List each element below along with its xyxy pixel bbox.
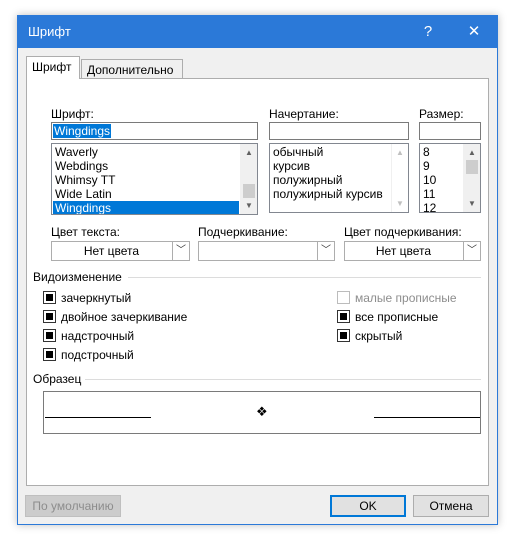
font-list-item[interactable]: Whimsy TT <box>53 173 115 187</box>
chevron-down-icon[interactable]: ﹀ <box>317 242 334 260</box>
underline-label: Подчеркивание: <box>198 225 288 239</box>
checkbox-label: зачеркнутый <box>61 291 132 305</box>
style-list[interactable]: обычный курсив полужирный полужирный кур… <box>269 143 409 213</box>
text-color-value: Нет цвета <box>83 244 140 258</box>
size-list-item[interactable]: 12 <box>421 201 436 212</box>
font-label: Шрифт: <box>51 107 94 121</box>
subscript-checkbox[interactable]: подстрочный <box>43 347 193 363</box>
size-label: Размер: <box>419 107 464 121</box>
preview-sample: ❖ <box>256 404 268 419</box>
checkbox-label: малые прописные <box>355 291 457 305</box>
size-list-scrollbar[interactable]: ▲ ▼ <box>463 144 480 212</box>
dialog-title: Шрифт <box>28 24 71 39</box>
scroll-down-icon[interactable]: ▼ <box>392 197 408 211</box>
font-name-input[interactable]: Wingdings <box>51 122 258 140</box>
underline-color-select[interactable]: Нет цвета ﹀ <box>344 241 481 261</box>
preview-baseline-right <box>374 417 480 418</box>
checkbox-label: двойное зачеркивание <box>61 310 188 324</box>
font-list-item[interactable]: Webdings <box>53 159 108 173</box>
size-list-item[interactable]: 11 <box>421 187 435 201</box>
font-list-scrollbar[interactable]: ▲ ▼ <box>240 144 257 214</box>
font-list-item[interactable]: Waverly <box>53 145 98 159</box>
all-caps-checkbox[interactable]: все прописные <box>337 309 477 325</box>
checkbox-box[interactable] <box>337 329 350 342</box>
title-bar: Шрифт ? ✕ <box>18 16 497 48</box>
chevron-down-icon[interactable]: ﹀ <box>172 242 189 260</box>
underline-color-value: Нет цвета <box>375 244 432 258</box>
tab-advanced[interactable]: Дополнительно <box>81 59 183 79</box>
size-input[interactable] <box>419 122 481 140</box>
checkbox-box[interactable] <box>43 329 56 342</box>
scroll-up-icon[interactable]: ▲ <box>241 146 257 160</box>
style-list-item[interactable]: обычный <box>271 145 323 159</box>
font-name-value: Wingdings <box>53 124 112 138</box>
small-caps-checkbox: малые прописные <box>337 290 477 306</box>
cancel-button[interactable]: Отмена <box>413 495 489 517</box>
checkbox-box[interactable] <box>43 291 56 304</box>
scroll-down-icon[interactable]: ▼ <box>241 199 257 213</box>
tab-font[interactable]: Шрифт <box>26 56 80 79</box>
style-list-item[interactable]: курсив <box>271 159 310 173</box>
font-list-item-selected[interactable]: Wingdings <box>53 201 239 214</box>
close-button[interactable]: ✕ <box>451 16 497 48</box>
strikethrough-checkbox[interactable]: зачеркнутый <box>43 290 193 306</box>
checkbox-label: подстрочный <box>61 348 134 362</box>
effects-divider <box>128 277 481 278</box>
scroll-up-icon[interactable]: ▲ <box>464 146 480 160</box>
style-label: Начертание: <box>269 107 339 121</box>
double-strikethrough-checkbox[interactable]: двойное зачеркивание <box>43 309 223 325</box>
style-list-item[interactable]: полужирный курсив <box>271 187 383 201</box>
scroll-down-icon[interactable]: ▼ <box>464 197 480 211</box>
size-list-item[interactable]: 8 <box>421 145 430 159</box>
checkbox-box[interactable] <box>337 310 350 323</box>
size-list-item[interactable]: 9 <box>421 159 430 173</box>
effects-heading: Видоизменение <box>33 270 122 284</box>
checkbox-label: надстрочный <box>61 329 135 343</box>
help-button[interactable]: ? <box>405 16 451 48</box>
ok-button[interactable]: OK <box>330 495 406 517</box>
scroll-thumb[interactable] <box>243 184 255 198</box>
checkbox-box[interactable] <box>43 348 56 361</box>
font-dialog: Шрифт ? ✕ Шрифт Дополнительно Шрифт: Win… <box>17 15 498 525</box>
checkbox-box <box>337 291 350 304</box>
text-color-select[interactable]: Нет цвета ﹀ <box>51 241 190 261</box>
checkbox-label: скрытый <box>355 329 403 343</box>
tab-panel-font: Шрифт: Wingdings Waverly Webdings Whimsy… <box>26 78 489 486</box>
preview-box: ❖ <box>43 391 481 434</box>
underline-color-label: Цвет подчеркивания: <box>344 225 462 239</box>
style-list-scrollbar[interactable]: ▲ ▼ <box>391 144 408 212</box>
text-color-label: Цвет текста: <box>51 225 121 239</box>
size-list[interactable]: 8 9 10 11 12 ▲ ▼ <box>419 143 481 213</box>
scroll-up-icon[interactable]: ▲ <box>392 146 408 160</box>
superscript-checkbox[interactable]: надстрочный <box>43 328 193 344</box>
size-list-item[interactable]: 10 <box>421 173 436 187</box>
chevron-down-icon[interactable]: ﹀ <box>463 242 480 260</box>
preview-heading: Образец <box>33 372 82 386</box>
style-list-item[interactable]: полужирный <box>271 173 342 187</box>
hidden-checkbox[interactable]: скрытый <box>337 328 477 344</box>
preview-divider <box>85 379 481 380</box>
font-list[interactable]: Waverly Webdings Whimsy TT Wide Latin Wi… <box>51 143 258 215</box>
set-default-button: По умолчанию <box>25 495 121 517</box>
preview-baseline-left <box>45 417 151 418</box>
underline-select[interactable]: ﹀ <box>198 241 335 261</box>
checkbox-box[interactable] <box>43 310 56 323</box>
scroll-thumb[interactable] <box>466 160 478 174</box>
style-input[interactable] <box>269 122 409 140</box>
checkbox-label: все прописные <box>355 310 439 324</box>
font-list-item[interactable]: Wide Latin <box>53 187 112 201</box>
